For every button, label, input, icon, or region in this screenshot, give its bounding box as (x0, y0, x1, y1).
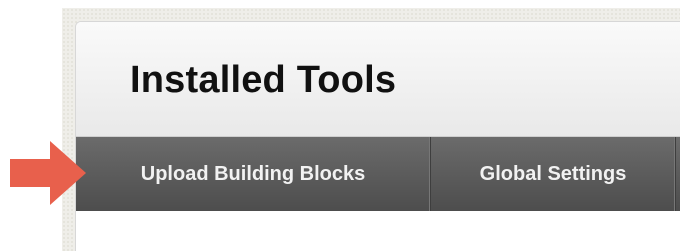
arrow-right-icon (10, 141, 86, 205)
panel-body (76, 211, 680, 251)
tab-bar: Upload Building Blocks Global Settings (76, 137, 680, 211)
page-title: Installed Tools (130, 59, 397, 101)
tab-global-settings[interactable]: Global Settings (431, 137, 676, 211)
tab-upload-building-blocks[interactable]: Upload Building Blocks (76, 137, 431, 211)
screenshot-stage: Installed Tools Upload Building Blocks G… (0, 0, 680, 251)
tab-overflow-partial[interactable] (676, 137, 680, 211)
panel-header: Installed Tools (76, 22, 680, 137)
installed-tools-panel: Installed Tools Upload Building Blocks G… (75, 21, 680, 251)
